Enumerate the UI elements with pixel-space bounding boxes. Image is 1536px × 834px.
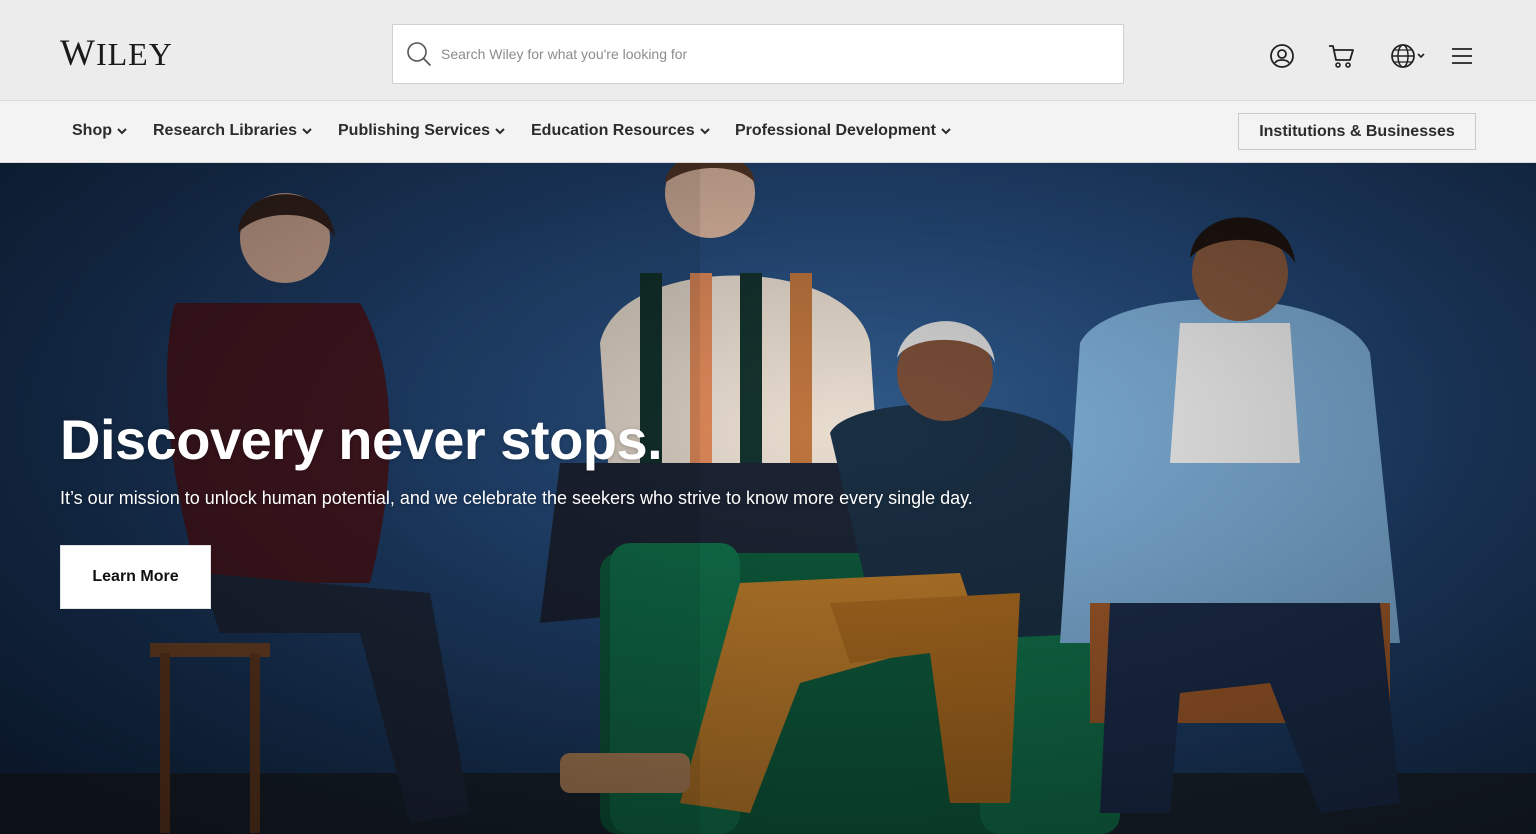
- hero-subtitle: It’s our mission to unlock human potenti…: [60, 488, 973, 508]
- chevron-down-icon: [302, 128, 312, 135]
- cart-icon[interactable]: [1327, 42, 1355, 70]
- chevron-down-icon: [699, 128, 710, 135]
- learn-more-button[interactable]: Learn More: [60, 545, 211, 609]
- account-icon[interactable]: [1268, 42, 1296, 70]
- nav-item-label: Education Resources: [531, 122, 695, 139]
- main-nav: Shop Research Libraries Publishing Servi…: [0, 100, 1536, 163]
- menu-icon[interactable]: [1448, 42, 1476, 70]
- chevron-down-icon: [495, 128, 505, 135]
- language-selector[interactable]: [1388, 42, 1428, 70]
- search-input[interactable]: [441, 46, 1101, 62]
- nav-item-research-libraries[interactable]: Research Libraries: [153, 122, 313, 140]
- institutions-businesses-button[interactable]: Institutions & Businesses: [1238, 113, 1476, 150]
- nav-item-label: Publishing Services: [338, 122, 491, 139]
- hero-banner: Discovery never stops. It’s our mission …: [0, 163, 1536, 834]
- nav-item-label: Shop: [72, 122, 112, 139]
- nav-item-professional-development[interactable]: Professional Development: [735, 122, 952, 140]
- nav-item-shop[interactable]: Shop: [72, 122, 128, 140]
- site-header: WILEY: [0, 0, 1536, 100]
- globe-icon: [1391, 44, 1415, 68]
- nav-item-label: Professional Development: [735, 122, 936, 139]
- chevron-down-icon: [1417, 53, 1425, 59]
- chevron-down-icon: [941, 128, 951, 135]
- wiley-logo[interactable]: WILEY: [60, 35, 173, 72]
- nav-item-label: Research Libraries: [153, 122, 298, 139]
- hero-title: Discovery never stops.: [60, 408, 663, 471]
- search-bar[interactable]: [392, 24, 1124, 84]
- chevron-down-icon: [117, 128, 127, 135]
- nav-item-publishing-services[interactable]: Publishing Services: [338, 122, 506, 140]
- search-icon[interactable]: [405, 40, 433, 68]
- nav-item-education-resources[interactable]: Education Resources: [531, 122, 711, 140]
